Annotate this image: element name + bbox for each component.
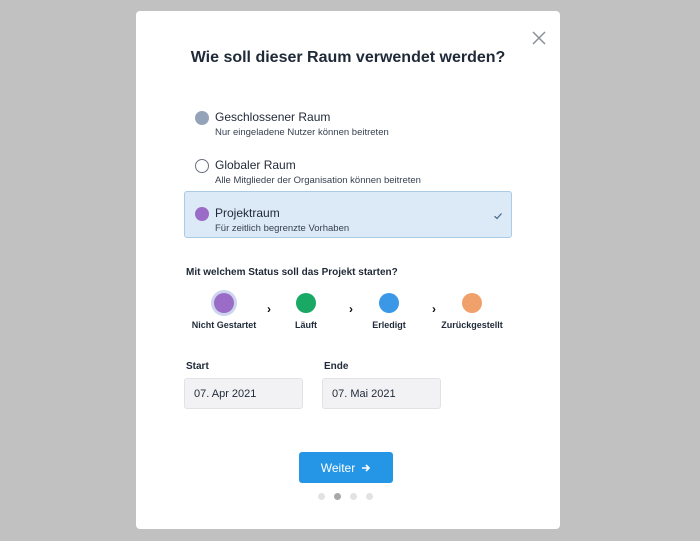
radio-dot-icon <box>195 207 209 221</box>
status-done[interactable]: Erledigt <box>354 289 424 330</box>
dialog-title: Wie soll dieser Raum verwendet werden? <box>190 49 506 66</box>
step-dot[interactable] <box>350 493 357 500</box>
room-type-closed[interactable]: Geschlossener Raum Nur eingeladene Nutze… <box>184 95 512 142</box>
next-button[interactable]: Weiter <box>299 452 393 483</box>
room-type-project[interactable]: Projektraum Für zeitlich begrenzte Vorha… <box>184 191 512 238</box>
room-type-description: Nur eingeladene Nutzer können beitreten <box>215 127 389 138</box>
status-label: Erledigt <box>372 320 406 330</box>
status-not-started[interactable]: Nicht Gestartet <box>189 289 259 330</box>
chevron-right-icon: › <box>349 302 353 316</box>
radio-dot-icon <box>195 111 209 125</box>
status-label: Zurückgestellt <box>441 320 503 330</box>
room-setup-dialog: Wie soll dieser Raum verwendet werden? G… <box>136 11 560 529</box>
status-deferred[interactable]: Zurückgestellt <box>437 289 507 330</box>
room-type-label: Globaler Raum <box>215 158 296 172</box>
status-dot-icon <box>379 293 399 313</box>
start-date-input[interactable] <box>184 378 303 409</box>
room-type-description: Alle Mitglieder der Organisation können … <box>215 175 421 186</box>
room-type-global[interactable]: Globaler Raum Alle Mitglieder der Organi… <box>184 143 512 190</box>
arrow-right-icon <box>362 463 371 472</box>
status-label: Nicht Gestartet <box>191 320 257 330</box>
status-dot-icon <box>214 293 234 313</box>
status-label: Läuft <box>295 320 317 330</box>
status-running[interactable]: Läuft <box>271 289 341 330</box>
next-button-label: Weiter <box>320 460 356 475</box>
end-date-input[interactable] <box>322 378 441 409</box>
close-button[interactable] <box>530 29 548 47</box>
status-dot-icon <box>296 293 316 313</box>
close-icon <box>532 31 546 45</box>
status-dot-icon <box>462 293 482 313</box>
step-dot-current[interactable] <box>334 493 341 500</box>
room-type-description: Für zeitlich begrenzte Vorhaben <box>215 223 350 234</box>
step-dot[interactable] <box>366 493 373 500</box>
start-date-label: Start <box>186 361 209 372</box>
chevron-right-icon: › <box>432 302 436 316</box>
radio-dot-icon <box>195 159 209 173</box>
room-type-label: Geschlossener Raum <box>215 110 331 124</box>
checkmark-icon <box>493 208 503 226</box>
step-dot[interactable] <box>318 493 325 500</box>
step-indicator <box>318 493 378 501</box>
room-type-label: Projektraum <box>215 206 280 220</box>
status-selector: Nicht Gestartet › Läuft › Erledigt › Zur… <box>186 289 516 339</box>
status-question: Mit welchem Status soll das Projekt star… <box>186 267 398 278</box>
end-date-label: Ende <box>324 361 349 372</box>
